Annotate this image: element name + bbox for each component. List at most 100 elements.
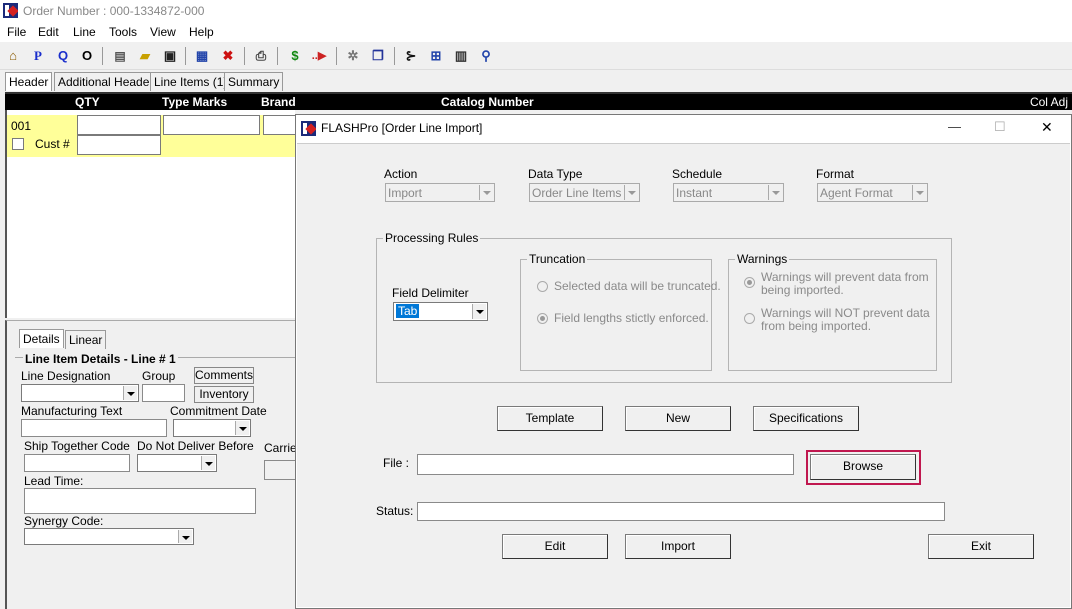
data-type-value: Order Line Items <box>532 186 622 200</box>
inventory-button[interactable]: Inventory <box>194 386 254 403</box>
tab-line-items[interactable]: Line Items (1) <box>150 72 232 91</box>
do-not-deliver-select[interactable] <box>137 454 217 472</box>
search-icon[interactable]: ⚲ <box>477 47 495 65</box>
col-qty[interactable]: QTY <box>75 95 100 109</box>
specifications-button[interactable]: Specifications <box>753 406 859 431</box>
app-logo-icon <box>3 3 18 18</box>
commitment-date-select[interactable] <box>173 419 251 437</box>
status-field <box>417 502 945 521</box>
tab-summary[interactable]: Summary <box>224 72 284 91</box>
menu-file[interactable]: File <box>7 25 26 39</box>
manufacturing-text-input[interactable] <box>21 419 167 437</box>
schedule-select[interactable]: Instant <box>673 183 784 202</box>
maximize-icon[interactable]: ☐ <box>994 119 1006 135</box>
truncate-option-label: Selected data will be truncated. <box>554 279 721 293</box>
do-not-deliver-label: Do Not Deliver Before <box>137 439 254 453</box>
group-input[interactable] <box>142 384 185 402</box>
menu-line[interactable]: Line <box>73 25 96 39</box>
template-button[interactable]: Template <box>497 406 603 431</box>
gear-icon[interactable]: ✲ <box>344 47 362 65</box>
o-icon[interactable]: O <box>78 47 96 65</box>
menu-tools[interactable]: Tools <box>109 25 137 39</box>
new-doc-icon[interactable]: ▤ <box>111 47 129 65</box>
edit-button[interactable]: Edit <box>502 534 608 559</box>
window-title: Order Number : 000-1334872-000 <box>23 4 205 18</box>
format-value: Agent Format <box>820 186 893 200</box>
menu-help[interactable]: Help <box>189 25 214 39</box>
tab-header[interactable]: Header <box>5 72 53 91</box>
close-icon[interactable]: ✕ <box>1041 119 1053 136</box>
action-label: Action <box>384 167 418 181</box>
grid-header: QTY Type Marks Brand Catalog Number Col … <box>5 92 1072 110</box>
delete-icon[interactable]: ✖ <box>219 47 237 65</box>
schedule-label: Schedule <box>672 167 723 181</box>
ship-together-input[interactable] <box>24 454 130 472</box>
col-brand[interactable]: Brand <box>261 95 296 109</box>
app-titlebar: Order Number : 000-1334872-000 <box>0 0 1072 22</box>
cust-input[interactable] <box>77 135 161 155</box>
tab-linear[interactable]: Linear <box>65 330 107 349</box>
manufacturing-text-label: Manufacturing Text <box>21 404 123 418</box>
truncation-group: Truncation Selected data will be truncat… <box>520 252 721 371</box>
col-type-marks[interactable]: Type Marks <box>162 95 227 109</box>
menu-view[interactable]: View <box>150 25 176 39</box>
new-button[interactable]: New <box>625 406 731 431</box>
windows-icon[interactable]: ❐ <box>369 47 387 65</box>
processing-rules-group: Processing Rules Field Delimiter Tab Tru… <box>376 231 952 383</box>
file-input[interactable] <box>417 454 794 475</box>
comments-button[interactable]: Comments <box>194 367 254 384</box>
warnings-allow-line1: Warnings will NOT prevent data <box>761 306 930 320</box>
processing-rules-title: Processing Rules <box>383 231 481 245</box>
minimize-icon[interactable]: — <box>948 119 961 134</box>
lead-time-input[interactable] <box>24 488 256 514</box>
action-select[interactable]: Import <box>385 183 495 202</box>
tab-details[interactable]: Details <box>19 329 64 348</box>
dialog-titlebar: FLASHPro [Order Line Import] — ☐ ✕ <box>296 115 1071 142</box>
qty-input[interactable] <box>77 115 161 135</box>
data-type-select[interactable]: Order Line Items <box>529 183 640 202</box>
group-label: Group <box>142 369 176 383</box>
schedule-value: Instant <box>676 186 713 200</box>
menu-edit[interactable]: Edit <box>38 25 59 39</box>
browse-button[interactable]: Browse <box>810 454 916 480</box>
synergy-code-select[interactable] <box>24 528 194 545</box>
ship-together-label: Ship Together Code <box>24 439 130 453</box>
warnings-allow-radio[interactable] <box>744 313 755 324</box>
type-marks-input[interactable] <box>163 115 260 135</box>
calculator-icon[interactable]: ▥ <box>452 47 470 65</box>
home-icon[interactable]: ⌂ <box>4 47 22 65</box>
import-button[interactable]: Import <box>625 534 731 559</box>
printer-icon[interactable]: ⎙ <box>252 47 270 65</box>
warnings-title: Warnings <box>735 252 790 266</box>
q-icon[interactable]: Q <box>54 47 72 65</box>
p-icon[interactable]: P <box>29 47 47 65</box>
open-folder-icon[interactable]: ▰ <box>136 47 154 65</box>
format-select[interactable]: Agent Format <box>817 183 928 202</box>
line-designation-select[interactable] <box>21 384 139 402</box>
save-icon[interactable]: ▣ <box>161 47 179 65</box>
warnings-allow-line2: from being imported. <box>761 319 872 333</box>
truncate-radio[interactable] <box>537 281 548 292</box>
warnings-prevent-radio[interactable] <box>744 277 755 288</box>
carrier-input[interactable] <box>264 460 299 480</box>
split-icon[interactable]: ⊱ <box>402 47 420 65</box>
data-type-label: Data Type <box>528 167 583 181</box>
field-delimiter-select[interactable]: Tab <box>393 302 488 321</box>
details-group-title: Line Item Details - Line # 1 <box>23 352 178 366</box>
col-catalog-number[interactable]: Catalog Number <box>441 95 534 109</box>
brand-input[interactable] <box>263 115 297 135</box>
truck-icon[interactable]: ..▶ <box>310 47 328 65</box>
print-preview-icon[interactable]: ▦ <box>193 47 211 65</box>
split-icon-2[interactable]: ⊞ <box>427 47 445 65</box>
cust-checkbox[interactable] <box>12 138 24 150</box>
tab-additional-header[interactable]: Additional Header <box>54 72 158 91</box>
strict-radio[interactable] <box>537 313 548 324</box>
line-details-panel: Details Linear Line Item Details - Line … <box>5 320 301 609</box>
strict-option-label: Field lengths stictly enforced. <box>554 311 709 325</box>
col-adj[interactable]: Col Adj <box>1030 95 1068 109</box>
truncation-title: Truncation <box>527 252 588 266</box>
flashpro-logo-icon <box>301 121 316 136</box>
action-value: Import <box>388 186 423 200</box>
exit-button[interactable]: Exit <box>928 534 1034 559</box>
dollar-icon[interactable]: $ <box>286 47 304 65</box>
